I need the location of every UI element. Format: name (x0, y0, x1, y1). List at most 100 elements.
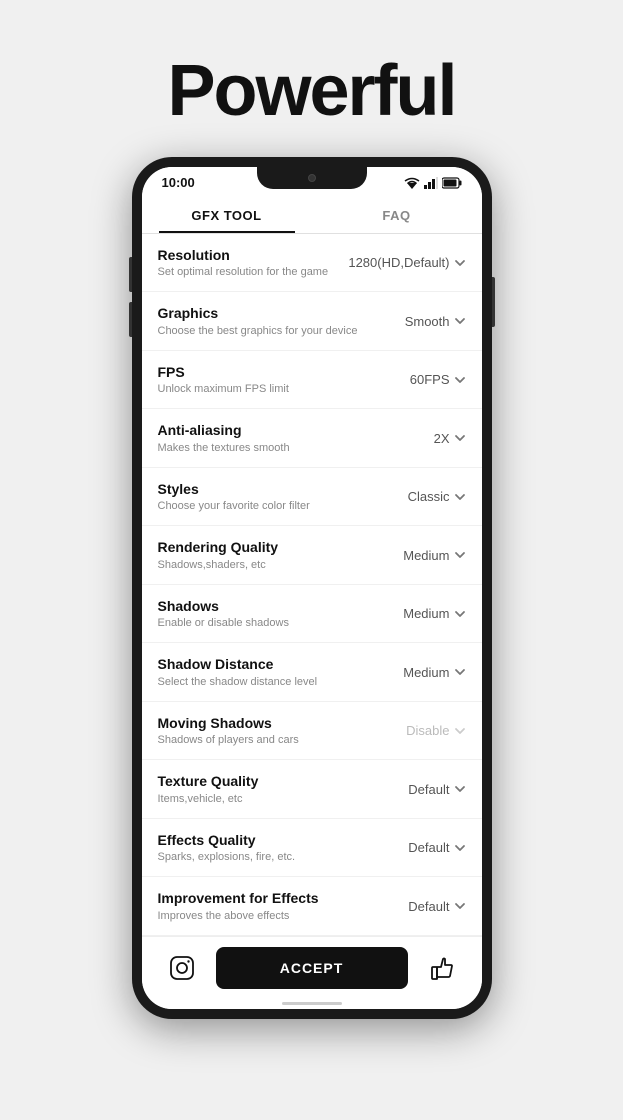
thumbs-up-icon (429, 955, 455, 981)
setting-name: Effects Quality (158, 831, 376, 849)
instagram-icon (169, 955, 195, 981)
setting-desc: Shadows,shaders, etc (158, 558, 376, 572)
chevron-down-icon (454, 842, 466, 854)
chevron-down-icon (454, 491, 466, 503)
chevron-down-icon (454, 900, 466, 912)
setting-item[interactable]: Texture Quality Items,vehicle, etc Defau… (142, 760, 482, 818)
setting-right: Classic (386, 489, 466, 504)
setting-left: Effects Quality Sparks, explosions, fire… (158, 831, 386, 864)
setting-name: Shadows (158, 597, 376, 615)
chevron-down-icon (454, 549, 466, 561)
setting-left: Graphics Choose the best graphics for yo… (158, 304, 386, 337)
setting-item[interactable]: Resolution Set optimal resolution for th… (142, 234, 482, 292)
setting-right: Smooth (386, 314, 466, 329)
phone-side-button-right (492, 277, 495, 327)
chevron-down-icon (454, 608, 466, 620)
setting-value: Default (408, 782, 449, 797)
setting-desc: Makes the textures smooth (158, 441, 376, 455)
page-wrapper: Powerful 10:00 (0, 20, 623, 1019)
chevron-down-icon (454, 666, 466, 678)
chevron-down-icon (454, 432, 466, 444)
tab-faq[interactable]: FAQ (312, 194, 482, 233)
instagram-button[interactable] (162, 948, 202, 988)
chevron-down-icon (454, 725, 466, 737)
setting-left: Moving Shadows Shadows of players and ca… (158, 714, 386, 747)
tab-gfx-tool[interactable]: GFX TOOL (142, 194, 312, 233)
setting-item[interactable]: FPS Unlock maximum FPS limit 60FPS (142, 351, 482, 409)
phone-screen: 10:00 (142, 167, 482, 1009)
bottom-bar: ACCEPT (142, 936, 482, 1003)
setting-right: 1280(HD,Default) (348, 255, 465, 270)
setting-name: Resolution (158, 246, 339, 264)
setting-name: Graphics (158, 304, 376, 322)
setting-value: 60FPS (410, 372, 450, 387)
setting-value: Classic (408, 489, 450, 504)
accept-button[interactable]: ACCEPT (216, 947, 408, 989)
setting-right: 60FPS (386, 372, 466, 387)
wifi-icon (404, 177, 420, 189)
setting-item[interactable]: Improvement for Effects Improves the abo… (142, 877, 482, 935)
setting-value: 1280(HD,Default) (348, 255, 449, 270)
setting-desc: Choose your favorite color filter (158, 499, 376, 513)
front-camera (308, 174, 316, 182)
setting-value: Default (408, 840, 449, 855)
setting-item[interactable]: Anti-aliasing Makes the textures smooth … (142, 409, 482, 467)
setting-name: Shadow Distance (158, 655, 376, 673)
phone-frame: 10:00 (132, 157, 492, 1019)
setting-left: Rendering Quality Shadows,shaders, etc (158, 538, 386, 571)
chevron-down-icon (454, 257, 466, 269)
setting-name: Styles (158, 480, 376, 498)
chevron-down-icon (454, 315, 466, 327)
setting-item[interactable]: Graphics Choose the best graphics for yo… (142, 292, 482, 350)
setting-right: Disable (386, 723, 466, 738)
status-icons (404, 177, 462, 189)
setting-item[interactable]: Styles Choose your favorite color filter… (142, 468, 482, 526)
home-indicator (282, 1002, 342, 1005)
tabs-bar: GFX TOOL FAQ (142, 194, 482, 234)
setting-desc: Choose the best graphics for your device (158, 324, 376, 338)
like-button[interactable] (422, 948, 462, 988)
setting-left: Shadow Distance Select the shadow distan… (158, 655, 386, 688)
setting-name: Improvement for Effects (158, 889, 376, 907)
setting-name: Anti-aliasing (158, 421, 376, 439)
signal-icon (424, 177, 438, 189)
setting-desc: Improves the above effects (158, 909, 376, 923)
setting-value: Medium (403, 606, 449, 621)
phone-side-button-left-2 (129, 302, 132, 337)
setting-right: Default (386, 899, 466, 914)
setting-right: Medium (386, 665, 466, 680)
setting-left: Shadows Enable or disable shadows (158, 597, 386, 630)
setting-value: 2X (434, 431, 450, 446)
phone-notch (257, 167, 367, 189)
setting-desc: Set optimal resolution for the game (158, 265, 339, 279)
setting-left: Resolution Set optimal resolution for th… (158, 246, 349, 279)
setting-desc: Enable or disable shadows (158, 616, 376, 630)
setting-name: Rendering Quality (158, 538, 376, 556)
status-time: 10:00 (162, 175, 195, 190)
setting-desc: Select the shadow distance level (158, 675, 376, 689)
setting-desc: Sparks, explosions, fire, etc. (158, 850, 376, 864)
setting-name: FPS (158, 363, 376, 381)
setting-right: Default (386, 782, 466, 797)
setting-name: Texture Quality (158, 772, 376, 790)
setting-item[interactable]: Moving Shadows Shadows of players and ca… (142, 702, 482, 760)
setting-value: Medium (403, 665, 449, 680)
setting-right: 2X (386, 431, 466, 446)
setting-desc: Unlock maximum FPS limit (158, 382, 376, 396)
setting-desc: Items,vehicle, etc (158, 792, 376, 806)
phone-side-button-left-1 (129, 257, 132, 292)
setting-value: Smooth (405, 314, 450, 329)
setting-item[interactable]: Shadow Distance Select the shadow distan… (142, 643, 482, 701)
setting-item[interactable]: Shadows Enable or disable shadows Medium (142, 585, 482, 643)
setting-left: Anti-aliasing Makes the textures smooth (158, 421, 386, 454)
setting-left: FPS Unlock maximum FPS limit (158, 363, 386, 396)
setting-value: Medium (403, 548, 449, 563)
setting-value: Default (408, 899, 449, 914)
setting-right: Default (386, 840, 466, 855)
setting-item[interactable]: Effects Quality Sparks, explosions, fire… (142, 819, 482, 877)
setting-item[interactable]: Rendering Quality Shadows,shaders, etc M… (142, 526, 482, 584)
setting-left: Texture Quality Items,vehicle, etc (158, 772, 386, 805)
setting-name: Moving Shadows (158, 714, 376, 732)
title-section: Powerful (0, 20, 623, 157)
chevron-down-icon (454, 783, 466, 795)
